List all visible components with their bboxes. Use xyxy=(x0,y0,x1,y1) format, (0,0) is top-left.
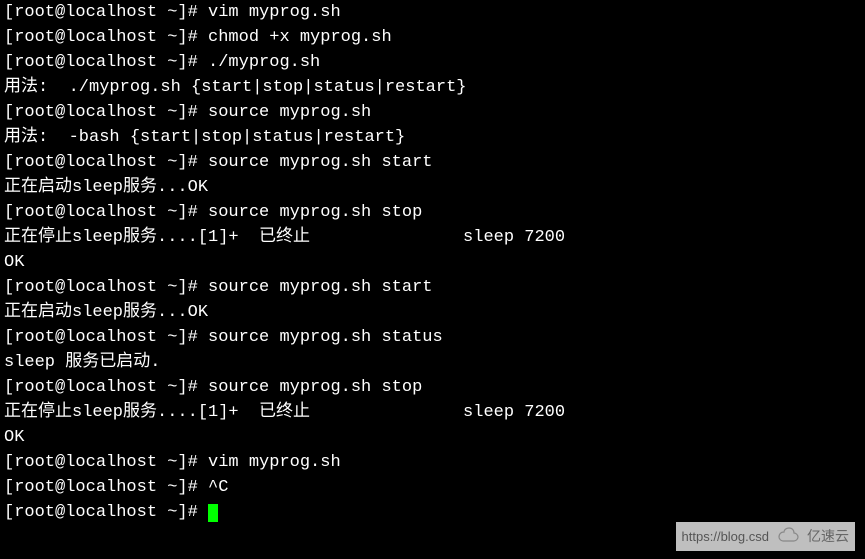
cloud-icon xyxy=(777,524,799,549)
terminal-line: 正在停止sleep服务....[1]+ 已终止 sleep 7200 xyxy=(4,225,861,250)
terminal-line: [root@localhost ~]# ^C xyxy=(4,475,861,500)
terminal-line: OK xyxy=(4,425,861,450)
terminal-line: [root@localhost ~]# source myprog.sh sto… xyxy=(4,200,861,225)
terminal-line: 正在停止sleep服务....[1]+ 已终止 sleep 7200 xyxy=(4,400,861,425)
terminal-line: [root@localhost ~]# source myprog.sh sta… xyxy=(4,150,861,175)
terminal-line: [root@localhost ~]# vim myprog.sh xyxy=(4,450,861,475)
terminal-line: [root@localhost ~]# ./myprog.sh xyxy=(4,50,861,75)
terminal-line: [root@localhost ~]# vim myprog.sh xyxy=(4,0,861,25)
watermark-url: https://blog.csd xyxy=(682,524,769,549)
terminal-line: sleep 服务已启动. xyxy=(4,350,861,375)
prompt-text: [root@localhost ~]# xyxy=(4,503,208,522)
terminal-line: OK xyxy=(4,250,861,275)
terminal-line: 用法: -bash {start|stop|status|restart} xyxy=(4,125,861,150)
terminal-line: 正在启动sleep服务...OK xyxy=(4,175,861,200)
terminal-line: [root@localhost ~]# source myprog.sh sta… xyxy=(4,275,861,300)
watermark: https://blog.csd 亿速云 xyxy=(676,522,855,551)
watermark-brand: 亿速云 xyxy=(807,524,849,549)
terminal-line: [root@localhost ~]# source myprog.sh sta… xyxy=(4,325,861,350)
terminal-line: 用法: ./myprog.sh {start|stop|status|resta… xyxy=(4,75,861,100)
cursor-block xyxy=(208,504,218,522)
terminal-line: [root@localhost ~]# source myprog.sh xyxy=(4,100,861,125)
terminal-line: 正在启动sleep服务...OK xyxy=(4,300,861,325)
terminal-line: [root@localhost ~]# chmod +x myprog.sh xyxy=(4,25,861,50)
terminal-line: [root@localhost ~]# source myprog.sh sto… xyxy=(4,375,861,400)
terminal-output[interactable]: [root@localhost ~]# vim myprog.sh [root@… xyxy=(4,0,861,525)
